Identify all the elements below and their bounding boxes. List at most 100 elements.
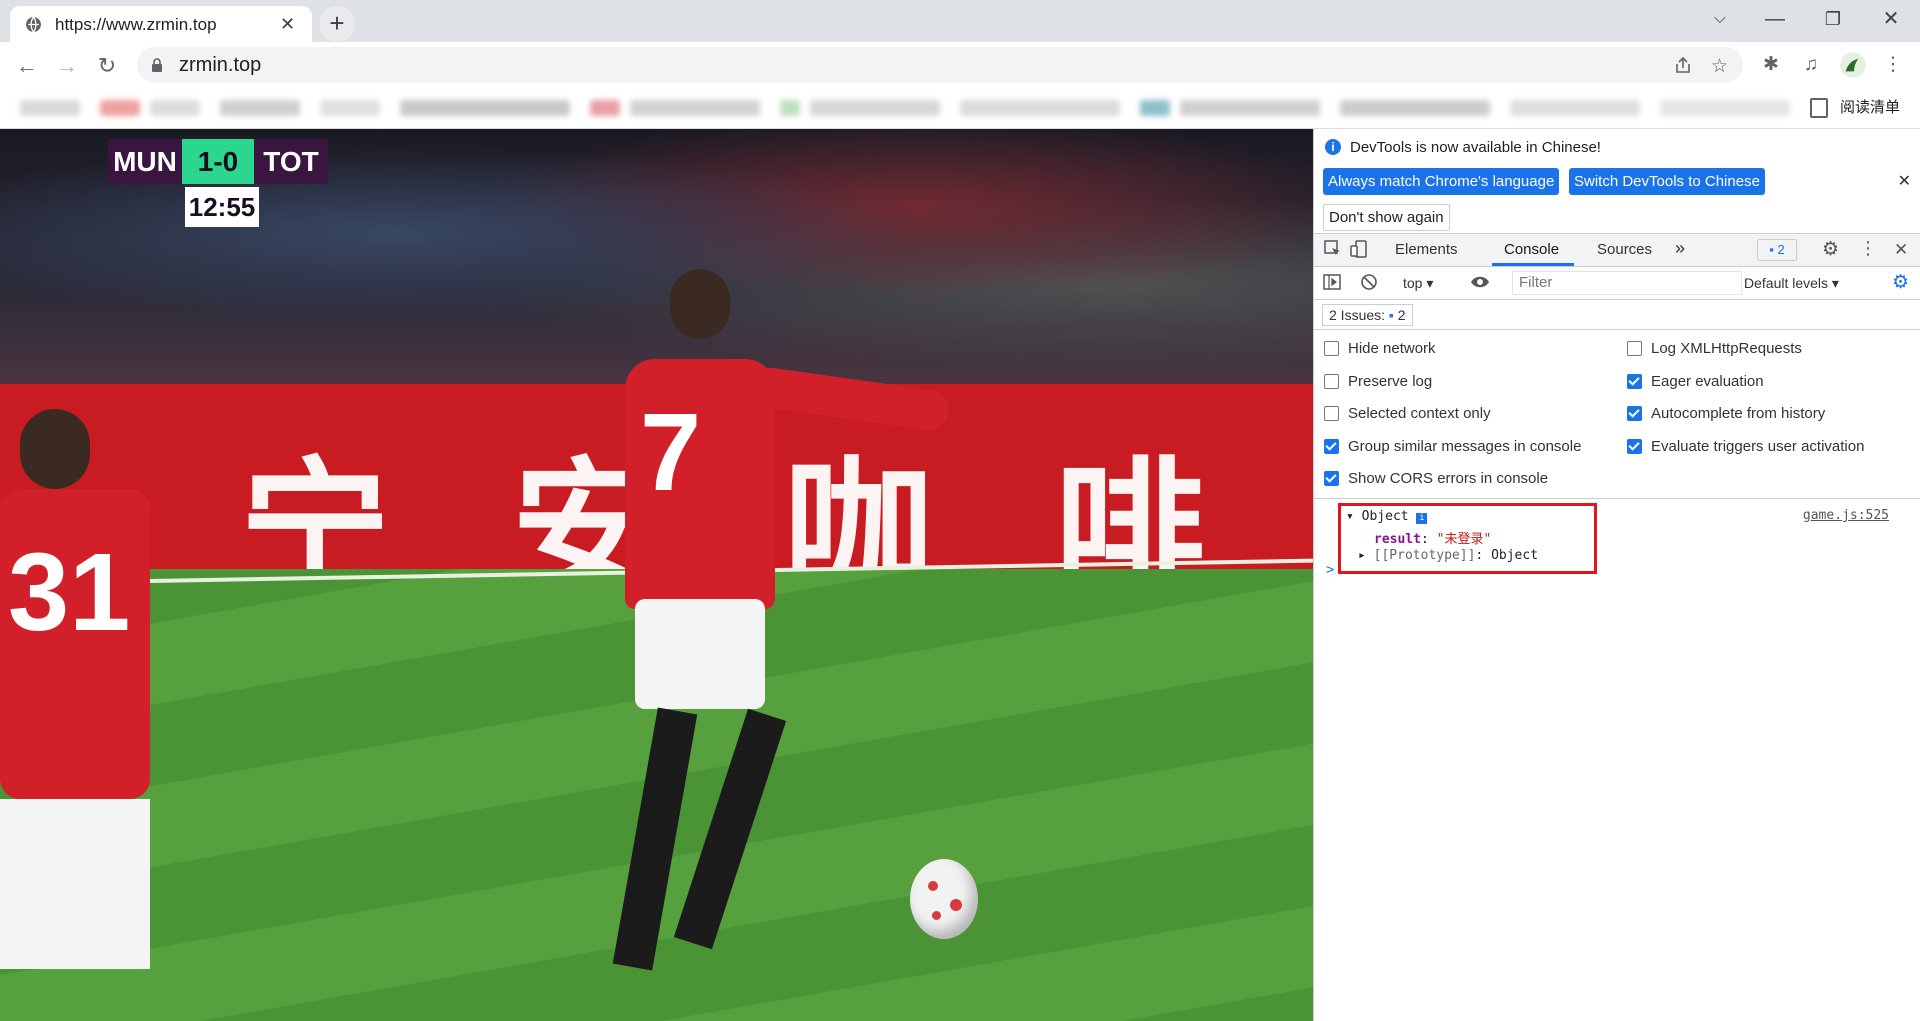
bookmark-item[interactable] xyxy=(1140,100,1170,116)
object-entry[interactable]: ▾ Object i xyxy=(1346,509,1428,524)
minimize-button[interactable]: — xyxy=(1750,4,1800,34)
messages-badge[interactable]: ▪ 2 xyxy=(1757,239,1797,261)
reading-list-label[interactable]: 阅读清单 xyxy=(1840,96,1900,117)
log-xhr-option[interactable]: Log XMLHttpRequests xyxy=(1627,340,1802,357)
preserve-log-checkbox[interactable] xyxy=(1324,374,1339,389)
tab-title: https://www.zrmin.top xyxy=(55,15,217,34)
prototype-entry[interactable]: ▸ [[Prototype]]: Object xyxy=(1358,548,1538,563)
hide-network-option[interactable]: Hide network xyxy=(1324,340,1436,357)
autocomplete-checkbox[interactable] xyxy=(1627,406,1642,421)
bookmark-item[interactable] xyxy=(1510,100,1640,116)
bookmark-item[interactable] xyxy=(780,100,800,116)
log-xhr-label: Log XMLHttpRequests xyxy=(1651,340,1802,357)
prototype-label: [[Prototype]] xyxy=(1373,548,1476,563)
console-settings-icon[interactable]: ⚙ xyxy=(1892,271,1909,294)
tab-search-button[interactable]: ⌵ xyxy=(1695,4,1745,34)
kebab-menu-icon[interactable]: ⋮ xyxy=(1878,50,1908,80)
match-language-button[interactable]: Always match Chrome's language xyxy=(1323,168,1560,195)
player-figure: 31 xyxy=(0,409,170,1021)
match-clock: 12:55 xyxy=(185,187,259,227)
issues-label: 2 Issues: xyxy=(1329,307,1386,323)
gear-icon[interactable]: ⚙ xyxy=(1822,238,1839,261)
bookmark-item[interactable] xyxy=(810,100,940,116)
eager-evaluation-option[interactable]: Eager evaluation xyxy=(1627,373,1764,390)
dont-show-again-button[interactable]: Don't show again xyxy=(1323,204,1450,231)
video-player[interactable]: 宁 安 咖 啡 MUN 1-0 TOT 12:55 7 31 xyxy=(0,129,1313,1021)
player-number: 31 xyxy=(8,531,131,654)
info-icon[interactable]: i xyxy=(1416,513,1428,524)
cors-errors-checkbox[interactable] xyxy=(1324,471,1339,486)
address-bar[interactable]: zrmin.top ☆ xyxy=(137,47,1743,83)
issues-button[interactable]: 2 Issues: ▪ 2 xyxy=(1322,304,1413,326)
bookmark-item[interactable] xyxy=(1180,100,1320,116)
bookmark-item[interactable] xyxy=(20,100,80,116)
media-icon[interactable]: ♫ xyxy=(1796,50,1826,80)
reload-button[interactable]: ↻ xyxy=(90,49,124,83)
group-similar-checkbox[interactable] xyxy=(1324,439,1339,454)
group-similar-label: Group similar messages in console xyxy=(1348,438,1582,455)
console-settings: Hide network Preserve log Selected conte… xyxy=(1314,330,1920,499)
football xyxy=(910,859,978,939)
bookmark-item[interactable] xyxy=(960,100,1120,116)
lock-icon[interactable] xyxy=(151,58,163,72)
cors-errors-option[interactable]: Show CORS errors in console xyxy=(1324,470,1548,487)
avatar-icon[interactable] xyxy=(1838,50,1868,80)
star-icon[interactable]: ☆ xyxy=(1711,55,1728,78)
hide-network-checkbox[interactable] xyxy=(1324,341,1339,356)
preserve-log-label: Preserve log xyxy=(1348,373,1433,390)
sidebar-toggle-icon[interactable] xyxy=(1323,273,1341,291)
bookmark-item[interactable] xyxy=(590,100,620,116)
filter-input[interactable]: Filter xyxy=(1512,271,1742,295)
bookmark-item[interactable] xyxy=(320,100,380,116)
tab-sources[interactable]: Sources xyxy=(1597,241,1652,258)
console-prompt[interactable]: > xyxy=(1326,562,1334,578)
bookmark-item[interactable] xyxy=(100,100,140,116)
evaluate-triggers-option[interactable]: Evaluate triggers user activation xyxy=(1627,438,1864,455)
autocomplete-label: Autocomplete from history xyxy=(1651,405,1826,422)
browser-tab[interactable]: https://www.zrmin.top ✕ xyxy=(10,6,312,42)
clear-console-icon[interactable] xyxy=(1360,273,1378,291)
tab-close-icon[interactable]: ✕ xyxy=(280,14,295,35)
cors-errors-label: Show CORS errors in console xyxy=(1348,470,1549,487)
kebab-menu-icon[interactable]: ⋮ xyxy=(1859,238,1877,259)
away-team: TOT xyxy=(254,139,328,184)
tab-console[interactable]: Console xyxy=(1504,241,1559,258)
url-text[interactable]: zrmin.top xyxy=(179,54,261,77)
log-xhr-checkbox[interactable] xyxy=(1627,341,1642,356)
issues-bar: 2 Issues: ▪ 2 xyxy=(1314,300,1920,330)
bookmark-item[interactable] xyxy=(1340,100,1490,116)
selected-context-option[interactable]: Selected context only xyxy=(1324,405,1491,422)
bookmark-item[interactable] xyxy=(400,100,570,116)
evaluate-triggers-checkbox[interactable] xyxy=(1627,439,1642,454)
window-close-button[interactable]: ✕ xyxy=(1866,4,1916,34)
group-similar-option[interactable]: Group similar messages in console xyxy=(1324,438,1581,455)
context-selector[interactable]: top ▾ xyxy=(1403,275,1433,292)
forward-button[interactable]: → xyxy=(50,49,84,83)
preserve-log-option[interactable]: Preserve log xyxy=(1324,373,1432,390)
reading-list-icon[interactable] xyxy=(1810,98,1828,118)
restore-button[interactable]: ❐ xyxy=(1808,4,1858,34)
bookmark-item[interactable] xyxy=(150,100,200,116)
inspect-element-icon[interactable] xyxy=(1324,240,1342,258)
back-button[interactable]: ← xyxy=(10,49,44,83)
share-icon[interactable] xyxy=(1673,55,1693,75)
more-tabs-icon[interactable]: » xyxy=(1675,238,1685,259)
device-toolbar-icon[interactable] xyxy=(1350,240,1368,258)
issues-count: 2 xyxy=(1397,307,1406,323)
bookmark-item[interactable] xyxy=(1660,100,1790,116)
puzzle-icon[interactable]: ✱ xyxy=(1756,50,1786,80)
new-tab-button[interactable]: + xyxy=(319,6,355,42)
infobar-close-icon[interactable]: ✕ xyxy=(1898,171,1911,191)
log-levels-dropdown[interactable]: Default levels ▾ xyxy=(1744,275,1839,292)
eager-evaluation-checkbox[interactable] xyxy=(1627,374,1642,389)
autocomplete-option[interactable]: Autocomplete from history xyxy=(1627,405,1825,422)
bookmark-item[interactable] xyxy=(630,100,760,116)
console-toolbar: top ▾ Filter Default levels ▾ ⚙ xyxy=(1314,267,1920,300)
selected-context-checkbox[interactable] xyxy=(1324,406,1339,421)
eye-icon[interactable] xyxy=(1470,275,1490,289)
tab-elements[interactable]: Elements xyxy=(1395,241,1458,258)
bookmark-item[interactable] xyxy=(220,100,300,116)
close-devtools-icon[interactable]: ✕ xyxy=(1894,240,1908,260)
source-link[interactable]: game.js:525 xyxy=(1803,508,1889,523)
switch-language-button[interactable]: Switch DevTools to Chinese xyxy=(1569,168,1765,195)
